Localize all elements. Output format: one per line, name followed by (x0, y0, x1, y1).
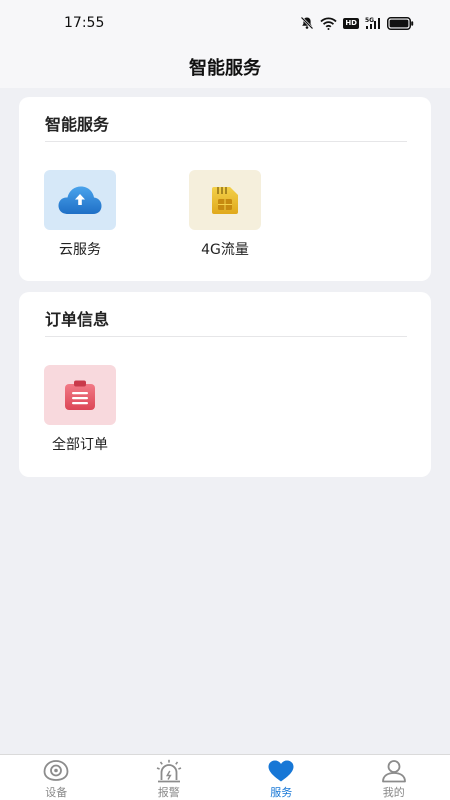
cloud-upload-icon (58, 186, 102, 214)
section-divider (45, 336, 407, 337)
tab-label: 报警 (157, 786, 180, 799)
page-title: 智能服务 (189, 58, 261, 79)
person-icon (381, 760, 406, 783)
bell-off-icon (300, 16, 314, 30)
tile-all-orders[interactable]: 全部订单 (35, 365, 125, 454)
bottom-nav: 设备 报警 服务 我的 (0, 754, 450, 800)
section-card-order-info: 订单信息 全部订单 (19, 292, 431, 477)
tile-icon-box (44, 170, 116, 230)
tile-label: 云服务 (59, 242, 101, 258)
section-card-smart-services: 智能服务 云服务 4G流量 (19, 97, 431, 281)
order-clipboard-icon (65, 380, 95, 410)
sim-card-icon (212, 187, 238, 214)
status-time: 17:55 (64, 15, 105, 31)
tab-label: 我的 (382, 786, 405, 799)
tile-icon-box (189, 170, 261, 230)
section-title: 订单信息 (45, 310, 110, 329)
section-divider (45, 141, 407, 142)
svg-text:5G: 5G (365, 17, 374, 24)
signal-5g-icon: 5G (365, 17, 380, 29)
nav-bar: 智能服务 (0, 46, 450, 88)
hd-icon: HD (343, 17, 359, 29)
battery-icon (387, 16, 414, 30)
tile-label: 全部订单 (52, 437, 108, 453)
tile-icon-box (44, 365, 116, 425)
tab-label: 设备 (45, 786, 68, 799)
wifi-icon (320, 17, 337, 30)
tab-mine[interactable]: 我的 (338, 755, 450, 800)
status-icons: HD 5G (300, 14, 414, 32)
tab-alarm[interactable]: 报警 (113, 755, 226, 800)
device-eye-icon (43, 760, 69, 781)
tab-service[interactable]: 服务 (225, 755, 338, 800)
heart-icon (268, 760, 294, 782)
tile-4g-data[interactable]: 4G流量 (180, 170, 270, 259)
tile-cloud-service[interactable]: 云服务 (35, 170, 125, 259)
tab-label: 服务 (270, 786, 293, 799)
status-bar: 17:55 HD 5G (0, 0, 450, 46)
section-title: 智能服务 (45, 115, 110, 134)
tab-device[interactable]: 设备 (0, 755, 113, 800)
alarm-siren-icon (156, 759, 182, 783)
tile-label: 4G流量 (201, 242, 249, 258)
